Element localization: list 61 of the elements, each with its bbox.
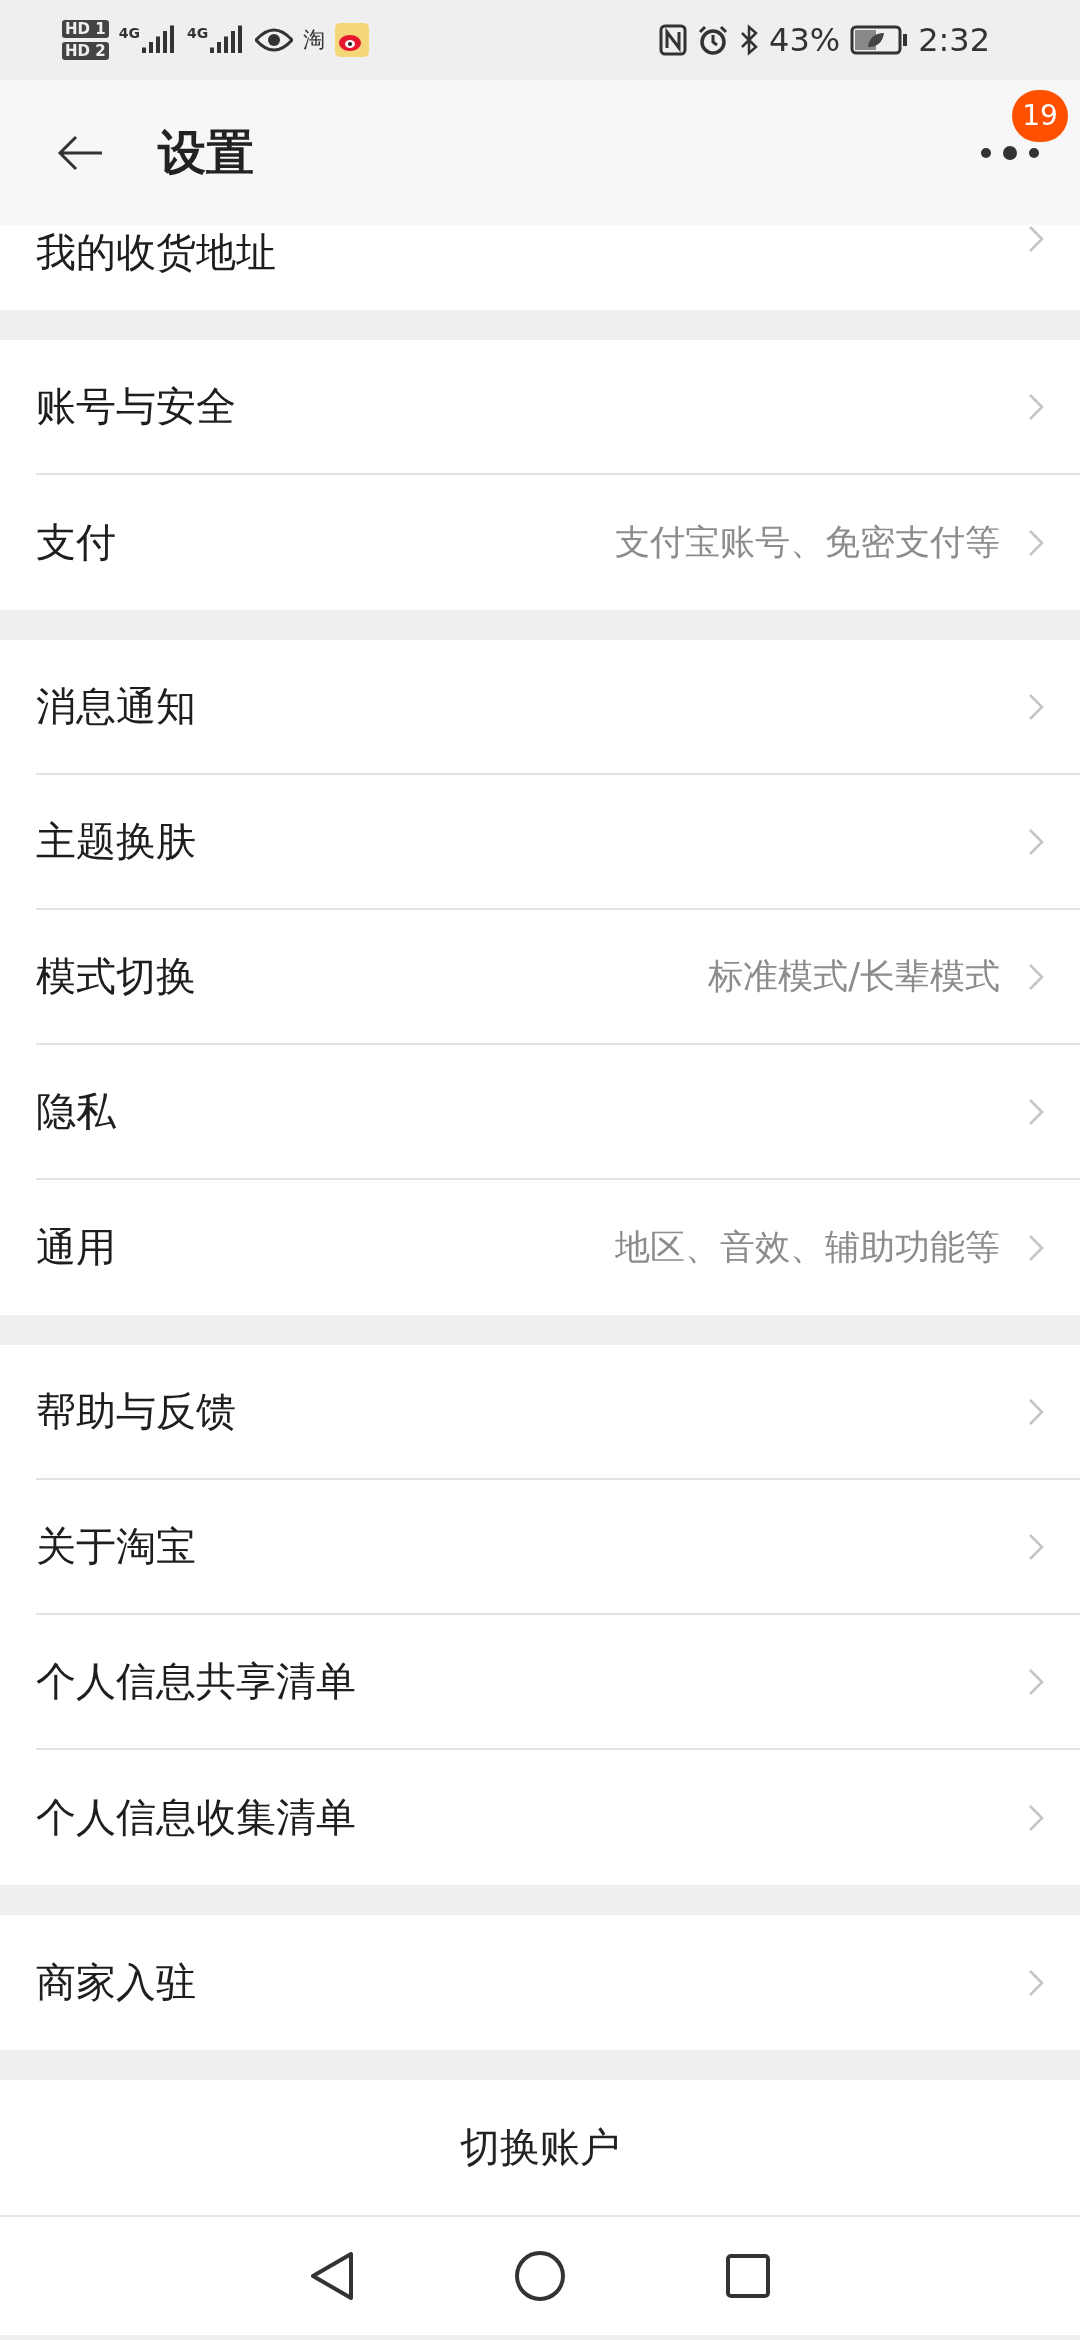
settings-item[interactable]: 通用 地区、音效、辅助功能等 (36, 1180, 1080, 1315)
chevron-icon (1028, 1397, 1044, 1426)
item-label: 我的收货地址 (36, 228, 277, 277)
item-hint: 标准模式/长辈模式 (708, 955, 1000, 998)
back-nav-icon[interactable] (309, 2250, 356, 2302)
settings-item[interactable]: 个人信息收集清单 (36, 1750, 1080, 1885)
item-label: 通用 (36, 1223, 117, 1272)
item-label: 模式切换 (36, 952, 197, 1001)
settings-item[interactable]: 隐私 (36, 1045, 1080, 1180)
item-label: 帮助与反馈 (36, 1387, 237, 1436)
item-hint: 地区、音效、辅助功能等 (615, 1226, 1000, 1269)
settings-item[interactable]: 主题换肤 (36, 775, 1080, 910)
settings-item[interactable]: 个人信息共享清单 (36, 1615, 1080, 1750)
app-label: 淘 (303, 26, 326, 54)
item-label: 主题换肤 (36, 817, 197, 866)
settings-item[interactable]: 模式切换 标准模式/长辈模式 (36, 910, 1080, 1045)
item-label: 商家入驻 (36, 1958, 197, 2007)
battery-percent: 43% (769, 21, 841, 59)
settings-item[interactable]: 消息通知 (36, 640, 1080, 775)
recents-nav-icon[interactable] (724, 2253, 771, 2299)
bluetooth-icon (739, 24, 759, 56)
item-label: 账号与安全 (36, 382, 237, 431)
chevron-icon (1028, 1667, 1044, 1696)
chevron-icon (1028, 827, 1044, 856)
signal-icon (141, 25, 177, 55)
item-hint: 支付宝账号、免密支付等 (615, 521, 1000, 564)
chevron-icon (1028, 1233, 1044, 1262)
sim-label: HD 2 (62, 42, 109, 60)
page-title: 设置 (158, 122, 255, 182)
nfc-icon (659, 24, 687, 56)
eye-icon (255, 28, 294, 52)
item-label: 个人信息共享清单 (36, 1657, 357, 1706)
item-label: 个人信息收集清单 (36, 1793, 357, 1842)
more-icon[interactable] (980, 144, 1040, 161)
notification-badge: 19 (1012, 90, 1068, 142)
item-label: 隐私 (36, 1087, 117, 1136)
chevron-icon (1028, 1097, 1044, 1126)
app-icon (335, 23, 370, 57)
settings-item[interactable]: 关于淘宝 (36, 1480, 1080, 1615)
chevron-icon (1028, 1803, 1044, 1832)
settings-item[interactable]: 账号与安全 (36, 340, 1080, 475)
chevron-icon (1028, 692, 1044, 721)
settings-item[interactable]: 帮助与反馈 (36, 1345, 1080, 1480)
battery-icon (850, 25, 909, 55)
chevron-icon (1028, 528, 1044, 557)
alarm-icon (697, 24, 729, 56)
network-label: 4G (186, 25, 209, 41)
item-label: 支付 (36, 518, 117, 567)
chevron-icon (1028, 392, 1044, 421)
chevron-icon (1028, 1532, 1044, 1561)
chevron-icon (1028, 962, 1044, 991)
chevron-icon (1028, 225, 1044, 253)
chevron-icon (1028, 1968, 1044, 1997)
sim-label: HD 1 (62, 20, 109, 38)
settings-item[interactable]: 支付 支付宝账号、免密支付等 (36, 475, 1080, 610)
item-label: 关于淘宝 (36, 1522, 197, 1571)
back-icon[interactable] (56, 134, 104, 171)
home-nav-icon[interactable] (514, 2250, 566, 2302)
item-label: 消息通知 (36, 682, 197, 731)
clock: 2:32 (918, 21, 990, 59)
network-label: 4G (118, 25, 140, 41)
